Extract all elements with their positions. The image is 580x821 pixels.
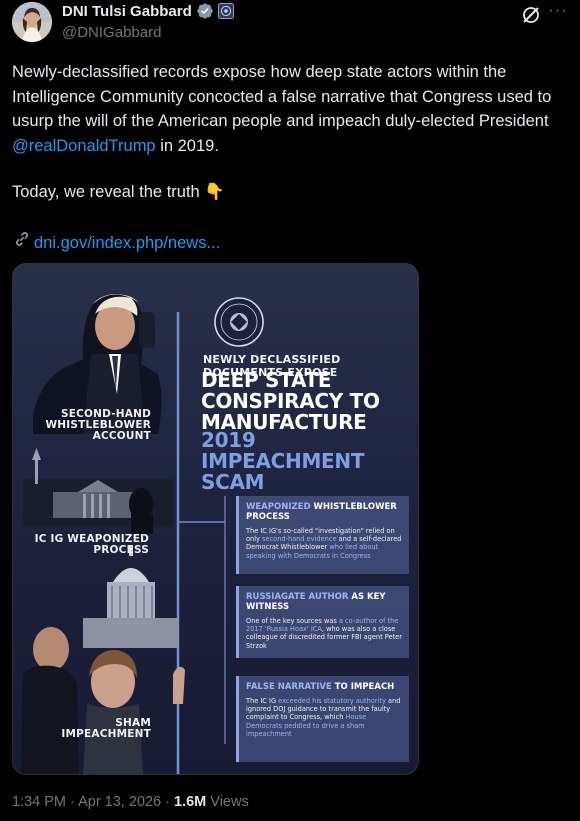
tweet-link[interactable]: dni.gov/index.php/news... xyxy=(12,229,220,256)
tweet-header: DNI Tulsi Gabbard @DNIGabbard ··· xyxy=(12,0,568,50)
user-handle[interactable]: @DNIGabbard xyxy=(62,24,161,41)
headline-blue: 2019 IMPEACHMENT SCAM xyxy=(201,428,365,494)
box-body-part: One of the key sources was xyxy=(246,617,339,625)
box-title-highlight: WEAPONIZED xyxy=(246,502,311,512)
box-body: The IC IG's so-called "investigation" re… xyxy=(246,527,402,560)
link-icon xyxy=(12,229,32,256)
info-box-russiagate: RUSSIAGATE AUTHOR AS KEY WITNESS One of … xyxy=(236,586,409,658)
box-title: FALSE NARRATIVE TO IMPEACH xyxy=(246,682,402,692)
name-row: DNI Tulsi Gabbard xyxy=(62,2,234,20)
mention-link[interactable]: @realDonaldTrump xyxy=(12,137,156,155)
box-title: RUSSIAGATE AUTHOR AS KEY WITNESS xyxy=(246,592,402,612)
verified-badge-icon xyxy=(196,2,214,20)
headline-main: DEEP STATE CONSPIRACY TO MANUFACTURE xyxy=(201,368,380,434)
tweet-text: Newly-declassified records expose how de… xyxy=(12,60,572,158)
box-body: The IC IG exceeded his statutory authori… xyxy=(246,697,402,738)
avatar[interactable] xyxy=(12,2,52,42)
box-title: WEAPONIZED WHISTLEBLOWER PROCESS xyxy=(246,502,402,522)
box-body-part: The IC IG xyxy=(246,697,279,705)
tweet-text-part: Newly-declassified records expose how de… xyxy=(12,63,556,130)
views-label: Views xyxy=(206,794,249,810)
box-body: One of the key sources was a co-author o… xyxy=(246,617,402,650)
label-icig: IC IG WEAPONIZED PROCESS xyxy=(34,533,149,556)
display-name[interactable]: DNI Tulsi Gabbard xyxy=(62,3,192,20)
tweet-text-today: Today, we reveal the truth 👇 xyxy=(12,183,225,201)
box-body-highlight: second-hand evidence xyxy=(262,535,337,544)
grok-icon[interactable] xyxy=(520,4,542,26)
label-sham: SHAM IMPEACHMENT xyxy=(61,717,151,740)
more-options-icon[interactable]: ··· xyxy=(548,0,568,20)
box-title-highlight: FALSE NARRATIVE xyxy=(246,682,332,692)
info-box-weaponized: WEAPONIZED WHISTLEBLOWER PROCESS The IC … xyxy=(236,496,409,574)
label-secondhand: SECOND-HAND WHISTLEBLOWER ACCOUNT xyxy=(45,408,151,442)
box-title-highlight: RUSSIAGATE AUTHOR xyxy=(246,592,349,602)
views-count: 1.6M xyxy=(174,794,207,810)
tweet-media-image[interactable]: SECOND-HAND WHISTLEBLOWER ACCOUNT IC IG … xyxy=(12,263,419,775)
link-text[interactable]: dni.gov/index.php/news... xyxy=(34,231,220,255)
gov-affiliation-icon[interactable] xyxy=(217,3,234,19)
box-title-rest: TO IMPEACH xyxy=(331,682,395,692)
timestamp[interactable]: 1:34 PM · Apr 13, 2026 · xyxy=(12,794,174,810)
tweet-footer: 1:34 PM · Apr 13, 2026 · 1.6M Views xyxy=(12,794,249,810)
box-body-highlight: exceeded his statutory authority xyxy=(278,697,386,705)
tweet-text-part: in 2019. xyxy=(155,136,219,155)
info-box-false-narrative: FALSE NARRATIVE TO IMPEACH The IC IG exc… xyxy=(236,676,409,762)
